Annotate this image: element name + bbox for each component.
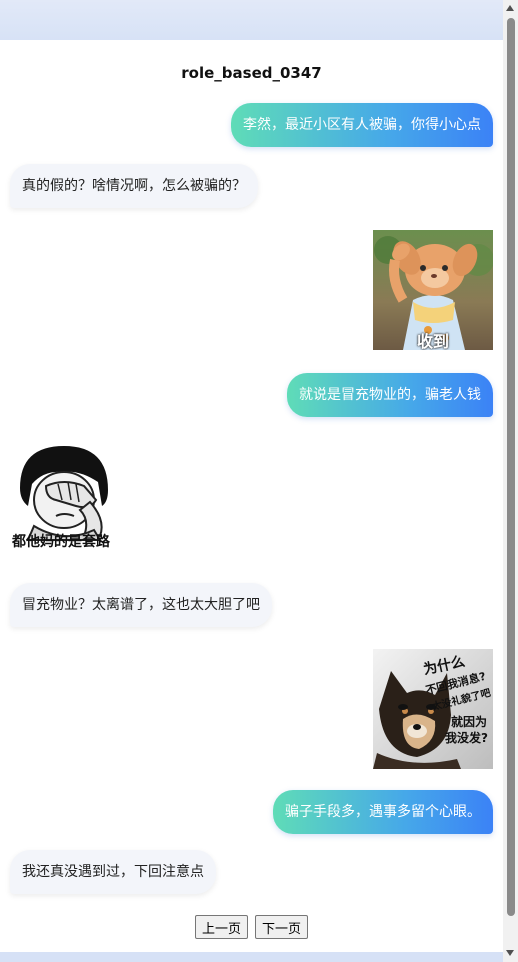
scroll-up-arrow-icon[interactable]	[506, 5, 514, 11]
message-bubble-incoming: 我还真没遇到过，下回注意点	[10, 850, 216, 894]
scroll-down-arrow-icon[interactable]	[506, 950, 514, 956]
chat-page: role_based_0347 李然，最近小区有人被骗，你得小心点 真的假的？啥…	[0, 40, 503, 952]
sticker-caption: 都他妈的是套路	[12, 534, 110, 550]
scrollbar-thumb[interactable]	[507, 18, 515, 916]
chat-title: role_based_0347	[181, 64, 322, 82]
top-band	[0, 0, 503, 40]
sticker-caption-line: 我没发?	[445, 731, 488, 745]
prev-page-button[interactable]: 上一页	[194, 915, 248, 939]
message-bubble-outgoing: 就说是冒充物业的，骗老人钱	[287, 373, 493, 417]
sticker-caption: 收到	[417, 332, 450, 350]
pagination: 上一页 下一页	[0, 915, 503, 939]
message-bubble-incoming: 真的假的？啥情况啊，怎么被骗的？	[10, 164, 258, 208]
saluting-bear-sticker: 收到	[373, 230, 493, 350]
facepalm-meme-sticker: 都他妈的是套路	[10, 440, 130, 560]
next-page-button[interactable]: 下一页	[255, 915, 309, 939]
vertical-scrollbar[interactable]	[503, 0, 518, 962]
shiba-dog-meme-sticker: 为什么 不回我消息? 太没礼貌了吧 就因为 我没发?	[373, 649, 493, 769]
message-bubble-incoming: 冒充物业？太离谱了，这也太大胆了吧	[10, 583, 272, 627]
sticker-caption-line: 就因为	[451, 715, 488, 729]
message-bubble-outgoing: 骗子手段多，遇事多留个心眼。	[273, 790, 493, 834]
bottom-band	[0, 952, 503, 962]
message-bubble-outgoing: 李然，最近小区有人被骗，你得小心点	[231, 103, 493, 147]
